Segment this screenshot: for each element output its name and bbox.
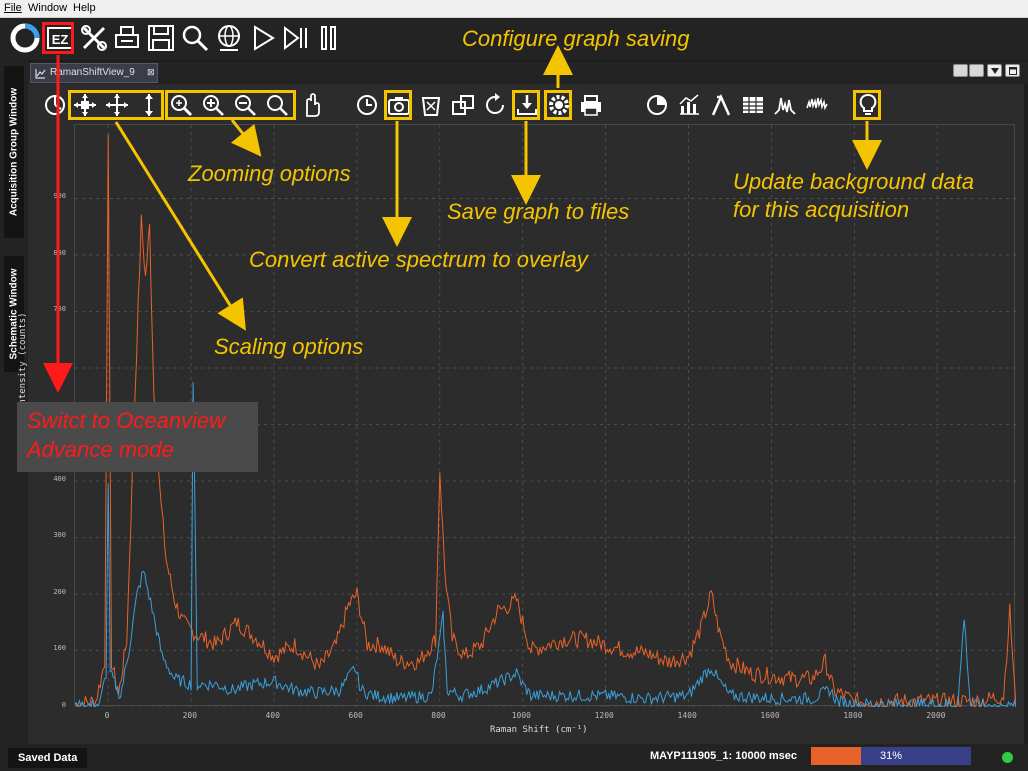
play-step-icon[interactable] [281, 23, 311, 53]
play-icon[interactable] [248, 23, 278, 53]
globe-icon[interactable] [214, 23, 244, 53]
clear-overlay-icon[interactable] [418, 92, 444, 118]
spectrum-pie-icon[interactable] [644, 92, 670, 118]
x-tick-label: 1000 [511, 711, 531, 720]
saved-data-tab[interactable]: Saved Data [8, 748, 88, 768]
x-tick-label: 400 [265, 711, 280, 720]
y-tick-label: 900 [53, 192, 66, 201]
reset-view-icon[interactable] [42, 92, 68, 118]
chart-tab-icon [35, 69, 46, 79]
tools-icon[interactable] [79, 23, 109, 53]
ez-mode-highlight [42, 22, 74, 54]
x-tick-label: 1400 [677, 711, 697, 720]
menu-file[interactable]: File [4, 2, 22, 14]
configure-save-highlight [544, 90, 572, 120]
tab-raman-shift-view-label: RamanShiftView_9 [50, 67, 135, 78]
peak-lambda-icon[interactable] [708, 92, 734, 118]
save-icon[interactable] [146, 23, 176, 53]
x-tick-label: 200 [182, 711, 198, 720]
refresh-icon[interactable] [482, 92, 508, 118]
menu-window[interactable]: Window [28, 2, 67, 14]
print-icon[interactable] [578, 92, 604, 118]
annotation-save: Save graph to files [447, 199, 630, 224]
progress-label: 31% [879, 750, 903, 762]
nav-right-icon[interactable] [969, 64, 984, 77]
acquisition-group-tab[interactable]: Acquisition Group Window [4, 66, 24, 238]
x-tick-label: 800 [431, 711, 446, 720]
status-bar: Saved Data MAYP111905_1: 10000 msec 31% [0, 744, 1028, 771]
printer-wizard-icon[interactable] [112, 23, 142, 53]
x-axis-label: Raman Shift (cm⁻¹) [490, 725, 588, 735]
table-icon[interactable] [740, 92, 766, 118]
annotation-update-line1: Update background data [733, 169, 974, 194]
annotation-advance-mode: Switct to Oceanview Advance mode [17, 402, 258, 472]
acquisition-group-tab-label: Acquisition Group Window [8, 87, 20, 217]
annotation-update-line2: for this acquisition [733, 197, 910, 222]
export-icon[interactable] [450, 92, 476, 118]
annotation-advance-line2: Advance mode [27, 437, 174, 462]
view-tab-bar: RamanShiftView_9 ⊠ [28, 62, 1028, 84]
maximize-icon[interactable] [1005, 64, 1020, 77]
tab-raman-shift-view[interactable]: RamanShiftView_9 ⊠ [30, 63, 158, 83]
menu-bar: File Window Help [0, 0, 1028, 18]
convert-overlay-highlight [384, 90, 412, 120]
status-led-icon [1002, 752, 1013, 763]
history-icon[interactable] [354, 92, 380, 118]
annotation-configure: Configure graph saving [462, 26, 690, 51]
y-tick-label: 100 [53, 644, 66, 653]
x-tick-label: 1200 [594, 711, 614, 720]
menu-help[interactable]: Help [73, 2, 96, 14]
update-background-highlight [853, 90, 881, 120]
x-tick-label: 600 [348, 711, 363, 720]
y-tick-label: 300 [53, 531, 66, 540]
y-tick-label: 0 [61, 701, 66, 709]
x-tick-label: 1800 [843, 711, 863, 720]
tab-close-icon[interactable]: ⊠ [147, 67, 155, 78]
annotation-zooming: Zooming options [188, 161, 351, 186]
zooming-options-highlight [165, 90, 296, 120]
oceanview-logo-icon[interactable] [10, 23, 40, 53]
y-tick-label: 800 [53, 248, 66, 257]
nav-left-icon[interactable] [953, 64, 968, 77]
hand-icon[interactable] [298, 92, 324, 118]
annotation-scaling: Scaling options [214, 334, 364, 359]
acquisition-progress-bar: 31% [811, 747, 971, 765]
y-tick-label: 200 [53, 587, 66, 596]
acquisition-status-text: MAYP111905_1: 10000 msec [650, 750, 797, 762]
y-tick-label: 400 [53, 474, 66, 483]
x-tick-label: 1600 [760, 711, 780, 720]
x-tick-label: 0 [104, 711, 110, 720]
annotation-advance-line1: Switct to Oceanview [27, 408, 226, 433]
scaling-options-highlight [68, 90, 164, 120]
noise-icon[interactable] [804, 92, 830, 118]
y-tick-label: 700 [53, 305, 66, 314]
chevron-down-icon[interactable] [987, 64, 1002, 77]
y-axis-label: Intensity (counts) [18, 312, 28, 410]
search-icon[interactable] [180, 23, 210, 53]
y-tick-label: 600 [53, 361, 66, 370]
bar-line-chart-icon[interactable] [676, 92, 702, 118]
peaks-icon[interactable] [772, 92, 798, 118]
x-tick-label: 2000 [926, 711, 946, 720]
pause-icon[interactable] [314, 23, 344, 53]
annotation-convert: Convert active spectrum to overlay [249, 247, 588, 272]
save-graph-highlight [512, 90, 540, 120]
